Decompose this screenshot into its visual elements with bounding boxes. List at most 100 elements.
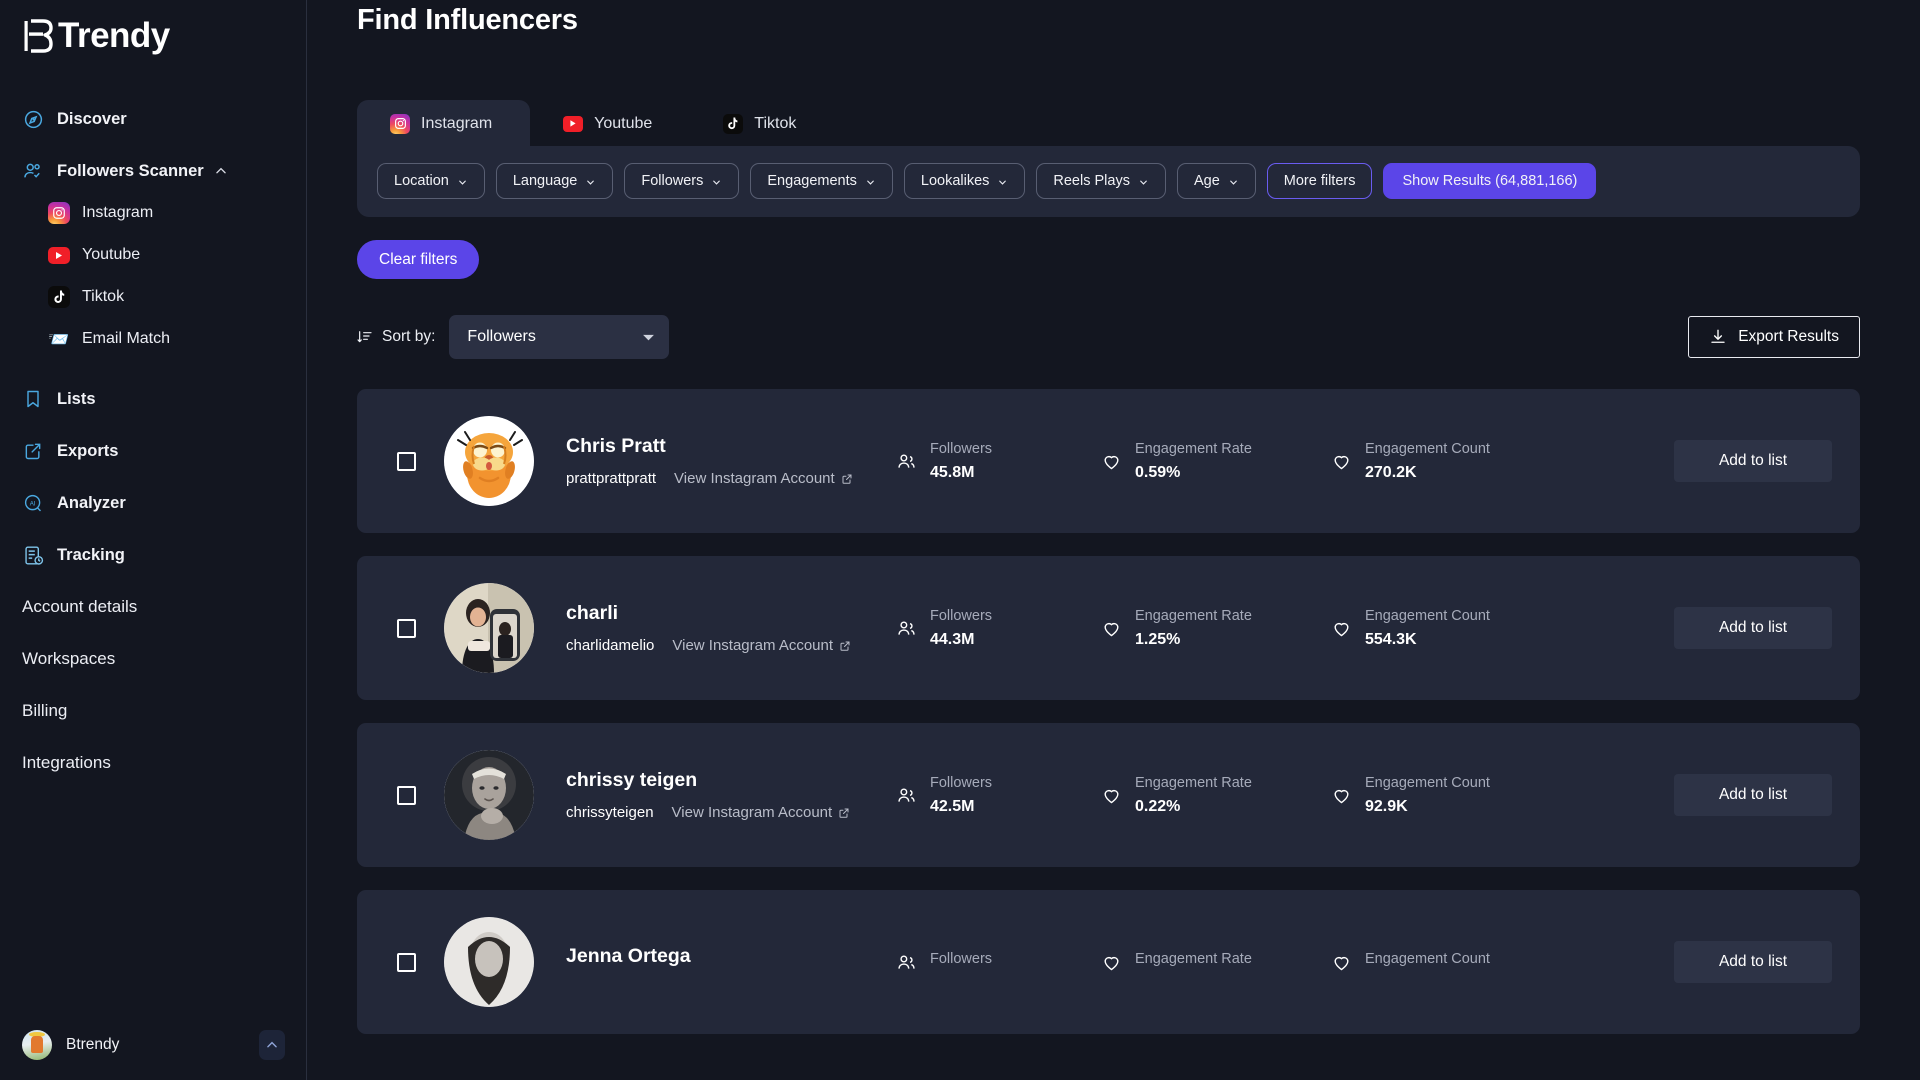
filter-language[interactable]: Language bbox=[496, 163, 614, 199]
metric-engagement-rate: Engagement Rate bbox=[1101, 951, 1331, 974]
sidebar-subitem-instagram[interactable]: Instagram bbox=[0, 192, 306, 234]
charli-avatar bbox=[444, 583, 534, 673]
sidebar-item-account-details[interactable]: Account details bbox=[0, 586, 306, 628]
instagram-icon bbox=[48, 202, 70, 224]
filter-reels-plays[interactable]: Reels Plays bbox=[1036, 163, 1166, 199]
filter-label: Language bbox=[513, 173, 578, 189]
metric-engagement-count: Engagement Count 92.9K bbox=[1331, 775, 1561, 816]
add-to-list-button[interactable]: Add to list bbox=[1674, 607, 1832, 649]
sidebar-subitem-label: Youtube bbox=[82, 246, 140, 264]
garfield-avatar bbox=[444, 416, 534, 506]
influencer-name: charli bbox=[566, 602, 896, 625]
heart-icon bbox=[1101, 785, 1122, 806]
view-instagram-account-link[interactable]: View Instagram Account bbox=[672, 804, 851, 821]
sidebar-item-label: Lists bbox=[57, 390, 96, 409]
view-instagram-account-link[interactable]: View Instagram Account bbox=[674, 470, 853, 487]
add-to-list-button[interactable]: Add to list bbox=[1674, 941, 1832, 983]
compass-icon bbox=[22, 108, 44, 130]
users-check-icon bbox=[22, 160, 44, 182]
metric-engagement-count: Engagement Count 270.2K bbox=[1331, 441, 1561, 482]
metric-value: 0.59% bbox=[1135, 464, 1252, 482]
sidebar-item-lists[interactable]: Lists bbox=[0, 378, 306, 420]
sort-by-select[interactable]: Followers bbox=[449, 315, 669, 359]
sidebar-item-label: Tracking bbox=[57, 546, 125, 565]
heart-icon bbox=[1331, 618, 1352, 639]
clear-filters-row: Clear filters bbox=[357, 240, 1860, 279]
metric-value: 554.3K bbox=[1365, 631, 1490, 649]
sidebar-item-analyzer[interactable]: AI Analyzer bbox=[0, 482, 306, 524]
influencer-card[interactable]: Chris Pratt prattprattpratt View Instagr… bbox=[357, 389, 1860, 533]
influencer-list: Chris Pratt prattprattpratt View Instagr… bbox=[357, 389, 1860, 1034]
sidebar-subitem-label: Tiktok bbox=[82, 288, 124, 306]
sidebar-item-followers-scanner[interactable]: Followers Scanner bbox=[0, 150, 306, 192]
influencer-name: Chris Pratt bbox=[566, 435, 896, 458]
row-checkbox[interactable] bbox=[397, 452, 416, 471]
metric-followers: Followers bbox=[896, 951, 1101, 974]
sort-by-label: Sort by: bbox=[382, 328, 435, 346]
add-to-list-button[interactable]: Add to list bbox=[1674, 440, 1832, 482]
sidebar-user-bar[interactable]: Btrendy bbox=[0, 1010, 307, 1080]
sidebar-item-billing[interactable]: Billing bbox=[0, 690, 306, 732]
sidebar-subitem-email-match[interactable]: 📨 Email Match bbox=[0, 318, 306, 360]
sidebar-item-label: Discover bbox=[57, 110, 127, 129]
sidebar-item-exports[interactable]: Exports bbox=[0, 430, 306, 472]
influencer-card[interactable]: Jenna Ortega Followers bbox=[357, 890, 1860, 1034]
sidebar-subitem-youtube[interactable]: Youtube bbox=[0, 234, 306, 276]
platform-tabs: Instagram Youtube Tiktok bbox=[357, 100, 1860, 147]
influencer-card[interactable]: charli charlidamelio View Instagram Acco… bbox=[357, 556, 1860, 700]
chevron-down-icon bbox=[997, 176, 1008, 187]
heart-icon bbox=[1101, 618, 1122, 639]
export-results-button[interactable]: Export Results bbox=[1688, 316, 1860, 358]
influencer-card[interactable]: chrissy teigen chrissyteigen View Instag… bbox=[357, 723, 1860, 867]
sort-by-label-group: Sort by: bbox=[357, 328, 435, 346]
sidebar-item-tracking[interactable]: Tracking bbox=[0, 534, 306, 576]
row-checkbox[interactable] bbox=[397, 953, 416, 972]
add-to-list-button[interactable]: Add to list bbox=[1674, 774, 1832, 816]
email-match-icon: 📨 bbox=[48, 328, 70, 350]
heart-icon bbox=[1101, 952, 1122, 973]
clear-filters-button[interactable]: Clear filters bbox=[357, 240, 479, 279]
sidebar-item-discover[interactable]: Discover bbox=[0, 98, 306, 140]
tab-tiktok[interactable]: Tiktok bbox=[690, 100, 834, 147]
sort-by-value: Followers bbox=[467, 328, 535, 346]
more-filters-button[interactable]: More filters bbox=[1267, 163, 1373, 199]
tab-youtube[interactable]: Youtube bbox=[530, 100, 690, 147]
filter-lookalikes[interactable]: Lookalikes bbox=[904, 163, 1026, 199]
sidebar: Trendy Discover bbox=[0, 0, 307, 1080]
tab-label: Instagram bbox=[421, 115, 492, 133]
show-results-button[interactable]: Show Results (64,881,166) bbox=[1383, 163, 1596, 199]
sidebar-item-integrations[interactable]: Integrations bbox=[0, 742, 306, 784]
filter-label: Engagements bbox=[767, 173, 856, 189]
page-title: Find Influencers bbox=[357, 0, 1860, 37]
sidebar-subitem-label: Instagram bbox=[82, 204, 153, 222]
heart-icon bbox=[1101, 451, 1122, 472]
chevron-down-icon bbox=[711, 176, 722, 187]
tiktok-icon bbox=[723, 114, 743, 134]
chevron-down-icon bbox=[457, 176, 468, 187]
influencer-identity: chrissy teigen chrissyteigen View Instag… bbox=[566, 769, 896, 821]
brand-logo[interactable]: Trendy bbox=[0, 0, 306, 62]
sort-descending-icon bbox=[357, 329, 373, 345]
row-checkbox[interactable] bbox=[397, 786, 416, 805]
row-checkbox[interactable] bbox=[397, 619, 416, 638]
tab-instagram[interactable]: Instagram bbox=[357, 100, 530, 147]
filter-age[interactable]: Age bbox=[1177, 163, 1256, 199]
filter-engagements[interactable]: Engagements bbox=[750, 163, 892, 199]
filter-label: Followers bbox=[641, 173, 703, 189]
filter-location[interactable]: Location bbox=[377, 163, 485, 199]
sidebar-item-label: Workspaces bbox=[22, 649, 115, 669]
metric-label: Engagement Count bbox=[1365, 441, 1490, 457]
metric-value: 45.8M bbox=[930, 464, 992, 482]
view-instagram-account-link[interactable]: View Instagram Account bbox=[672, 637, 851, 654]
influencer-identity: Jenna Ortega bbox=[566, 945, 896, 980]
filter-followers[interactable]: Followers bbox=[624, 163, 739, 199]
filter-label: Location bbox=[394, 173, 449, 189]
sidebar-collapse-button[interactable] bbox=[259, 1030, 285, 1060]
sidebar-subitem-tiktok[interactable]: Tiktok bbox=[0, 276, 306, 318]
ai-circle-icon: AI bbox=[22, 492, 44, 514]
sidebar-item-workspaces[interactable]: Workspaces bbox=[0, 638, 306, 680]
metric-value: 270.2K bbox=[1365, 464, 1490, 482]
download-icon bbox=[1709, 328, 1727, 346]
influencer-handle: prattprattpratt bbox=[566, 470, 656, 487]
chevron-up-icon[interactable] bbox=[214, 164, 228, 178]
